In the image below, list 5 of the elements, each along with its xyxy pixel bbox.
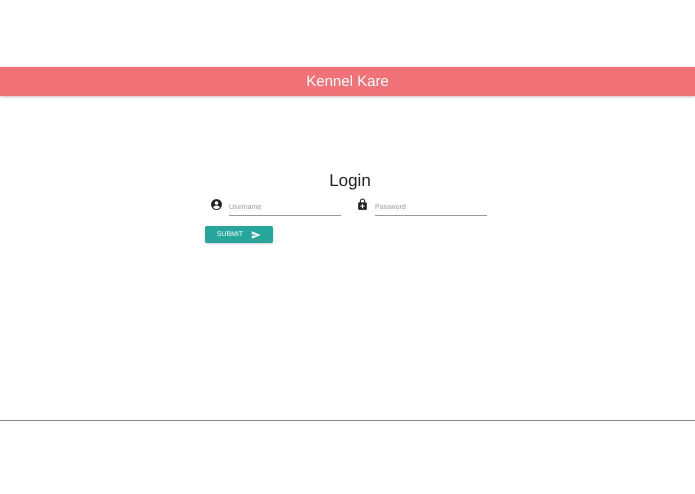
app-title: Kennel Kare [306, 73, 389, 90]
send-icon [251, 230, 262, 240]
lock-icon [356, 198, 369, 211]
account-icon [210, 198, 223, 211]
login-heading: Login [328, 170, 372, 192]
